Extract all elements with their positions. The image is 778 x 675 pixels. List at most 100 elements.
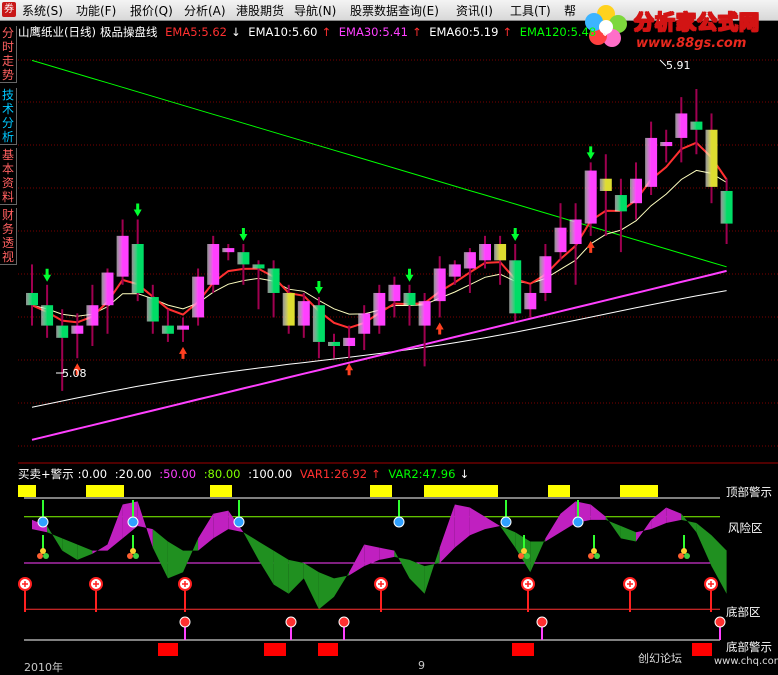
ball-marker-icon	[521, 548, 527, 554]
candle-down	[690, 121, 703, 130]
var-band	[651, 507, 667, 530]
ball-marker-icon	[40, 548, 46, 554]
candle-down	[720, 190, 733, 224]
candle-up	[433, 268, 446, 302]
var-band	[469, 507, 485, 536]
var-band	[620, 526, 636, 542]
sell-arrow-icon	[511, 228, 520, 241]
var-band	[485, 516, 501, 530]
warning-marker-icon	[338, 616, 350, 628]
warning-marker-icon	[714, 616, 726, 628]
top-warning-bar	[424, 485, 498, 497]
bottom-warning-bar	[692, 643, 712, 656]
bottom-warning-bar	[512, 643, 534, 656]
var-band	[394, 550, 410, 579]
candle-down	[26, 292, 38, 306]
candle-up	[101, 272, 114, 306]
candle-up	[192, 276, 205, 318]
ball-marker-icon	[588, 553, 594, 559]
bottom-warning-bar	[318, 643, 338, 656]
ball-marker-icon	[518, 553, 524, 559]
sell-arrow-icon	[314, 281, 323, 295]
candle-down	[131, 244, 144, 293]
var-band	[409, 559, 425, 594]
var-band	[258, 541, 274, 585]
candle-up	[222, 248, 235, 253]
top-warning-bar	[86, 485, 124, 497]
candle-up	[343, 337, 356, 346]
buy-arrow-icon	[435, 322, 444, 335]
ball-marker-icon	[37, 553, 43, 559]
var-band	[636, 519, 652, 542]
var-band	[545, 513, 561, 542]
zone-bottom-warning: 底部警示	[726, 640, 772, 654]
ball-marker-icon	[591, 548, 597, 554]
candle-down	[403, 292, 416, 306]
var-band	[349, 544, 365, 576]
footer-year: 2010年	[24, 661, 63, 674]
low-price-label: 5.08	[62, 367, 87, 380]
warning-marker-icon	[536, 616, 548, 628]
var-band	[167, 541, 183, 579]
var-band	[500, 526, 516, 548]
candle-up	[645, 137, 658, 187]
chart-canvas[interactable]: 5.91 5.08 顶部警示 风险区 底部区 底部警示	[0, 0, 778, 670]
footer-forum: 创幻论坛	[638, 652, 682, 665]
var-band	[454, 504, 470, 548]
bottom-warning-bar	[264, 643, 286, 656]
candle-down	[161, 325, 174, 334]
candle-up	[660, 142, 673, 147]
candle-down	[328, 341, 340, 346]
var-band	[288, 559, 304, 594]
var-band	[213, 510, 229, 539]
risk-marker-icon	[393, 516, 405, 528]
buy-arrow-icon	[345, 363, 354, 376]
top-warning-bar	[18, 485, 36, 497]
candle-up	[630, 178, 642, 204]
candle-up	[539, 256, 552, 293]
candlesticks	[26, 88, 733, 391]
sell-arrow-icon	[239, 228, 248, 241]
var-band	[152, 529, 168, 579]
candle-up	[479, 244, 491, 261]
var-band	[107, 504, 123, 551]
ball-marker-icon	[133, 553, 139, 559]
candle-up	[524, 292, 537, 310]
candle-down	[41, 305, 54, 326]
footer-site: www.chq.com	[714, 656, 778, 667]
var-band	[560, 501, 576, 533]
candle-up	[675, 113, 688, 138]
candle-down	[252, 264, 265, 269]
ball-marker-icon	[524, 553, 530, 559]
candle-down	[146, 297, 159, 322]
sell-arrow-icon	[43, 268, 52, 282]
var-band	[318, 572, 334, 610]
candle-up	[418, 301, 431, 326]
candle-up	[373, 292, 386, 326]
top-warning-bar	[620, 485, 658, 497]
ball-marker-icon	[130, 548, 136, 554]
candle-up	[116, 235, 129, 277]
risk-marker-icon	[233, 516, 245, 528]
ema120-line	[31, 59, 727, 268]
var-band	[696, 522, 712, 567]
bottom-warning-bar	[158, 643, 178, 656]
var-band	[590, 504, 606, 520]
ball-marker-icon	[594, 553, 600, 559]
sell-arrow-icon	[133, 203, 142, 217]
candle-up	[358, 313, 371, 334]
candle-up	[569, 219, 582, 244]
candle-down	[267, 268, 280, 293]
ball-marker-icon	[127, 553, 133, 559]
buy-arrow-icon	[179, 346, 187, 359]
risk-marker-icon	[572, 516, 584, 528]
ball-marker-icon	[43, 553, 49, 559]
var-band	[92, 544, 108, 554]
candle-down	[599, 178, 612, 191]
high-price-label: 5.91	[666, 59, 691, 72]
var-band	[530, 538, 546, 573]
var-band	[424, 547, 440, 594]
warning-marker-icon	[285, 616, 297, 628]
sell-arrow-icon	[586, 146, 595, 160]
footer-mark: 9	[418, 659, 425, 672]
